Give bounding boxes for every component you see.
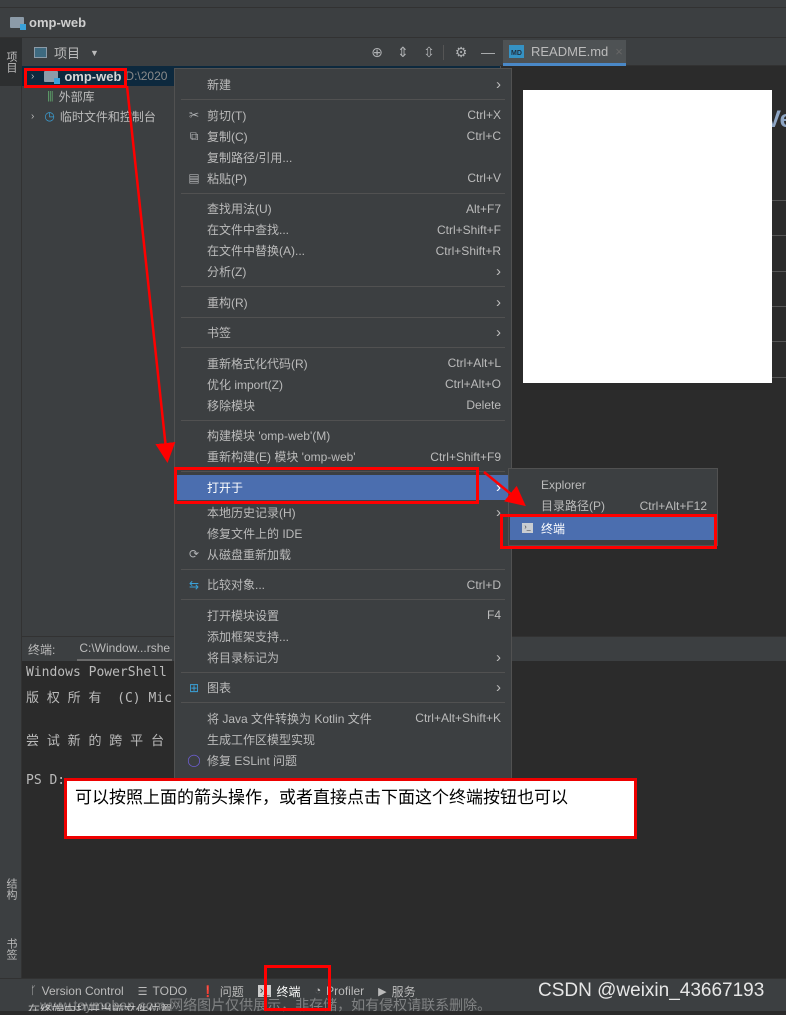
annotation-note: 可以按照上面的箭头操作，或者直接点击下面这个终端按钮也可以: [64, 778, 637, 839]
annotation-text: 可以按照上面的箭头操作，或者直接点击下面这个终端按钮也可以: [75, 788, 568, 808]
arrow-to-open-in: [125, 85, 176, 463]
arrow-to-terminal: [483, 471, 526, 507]
annotation-arrows: [125, 85, 526, 507]
